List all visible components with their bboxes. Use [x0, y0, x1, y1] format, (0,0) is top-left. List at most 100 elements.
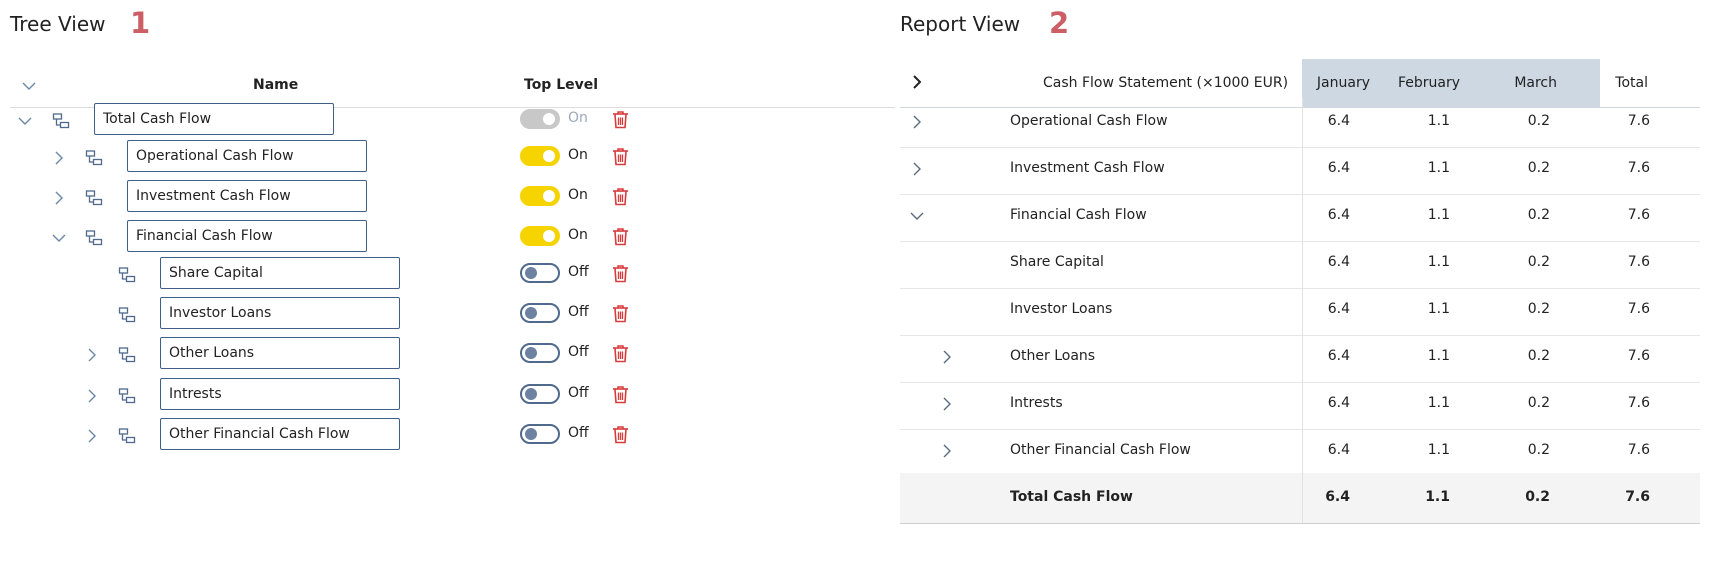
- top-level-toggle[interactable]: [520, 384, 560, 404]
- total-value: 7.6: [1627, 113, 1650, 129]
- total-value: 7.6: [1627, 207, 1650, 223]
- feb-value: 1.1: [1427, 442, 1450, 458]
- hierarchy-node-icon: [118, 266, 136, 284]
- chevron-right-icon[interactable]: [938, 442, 956, 460]
- mar-value: 0.2: [1527, 395, 1550, 411]
- chevron-right-icon[interactable]: [50, 149, 68, 167]
- row-label: Operational Cash Flow: [1010, 113, 1168, 129]
- mar-value: 0.2: [1527, 113, 1550, 129]
- top-level-toggle[interactable]: [520, 146, 560, 166]
- total-value: 7.6: [1627, 442, 1650, 458]
- report-row: Share Capital 6.4 1.1 0.2 7.6: [900, 238, 1700, 289]
- node-name-input[interactable]: [94, 103, 334, 135]
- chevron-down-icon[interactable]: [908, 207, 926, 225]
- jan-value: 6.4: [1327, 160, 1350, 176]
- chevron-down-icon[interactable]: [16, 112, 34, 130]
- report-row: Intrests 6.4 1.1 0.2 7.6: [900, 379, 1700, 430]
- total-value: 7.6: [1627, 160, 1650, 176]
- chevron-right-icon[interactable]: [83, 346, 101, 364]
- chevron-right-icon[interactable]: [908, 160, 926, 178]
- feb-value: 1.1: [1427, 348, 1450, 364]
- top-level-toggle[interactable]: [520, 424, 560, 444]
- report-row: Investment Cash Flow 6.4 1.1 0.2 7.6: [900, 144, 1700, 195]
- trash-icon[interactable]: [612, 304, 629, 323]
- row-label: Share Capital: [1010, 254, 1104, 270]
- row-label: Investment Cash Flow: [1010, 160, 1165, 176]
- total-value: 7.6: [1627, 301, 1650, 317]
- expand-all-chevron-right-icon[interactable]: [908, 73, 926, 91]
- report-view-pane: Report View 2 Cash Flow Statement (×1000…: [900, 0, 1710, 573]
- jan-value: 6.4: [1327, 442, 1350, 458]
- node-name-input[interactable]: [127, 180, 367, 212]
- node-name-input[interactable]: [127, 220, 367, 252]
- hierarchy-node-icon: [118, 387, 136, 405]
- hierarchy-node-icon: [85, 189, 103, 207]
- total-value: 7.6: [1627, 348, 1650, 364]
- trash-icon[interactable]: [612, 227, 629, 246]
- hierarchy-node-icon: [85, 149, 103, 167]
- node-name-input[interactable]: [160, 297, 400, 329]
- toggle-state-label: Off: [568, 264, 589, 280]
- tree-row: On: [0, 140, 895, 176]
- report-view-title: Report View: [900, 12, 1021, 36]
- jan-value: 6.4: [1327, 254, 1350, 270]
- node-name-input[interactable]: [160, 378, 400, 410]
- node-name-input[interactable]: [160, 418, 400, 450]
- top-level-toggle[interactable]: [520, 186, 560, 206]
- jan-value: 6.4: [1327, 301, 1350, 317]
- top-level-column-header: Top Level: [524, 77, 599, 93]
- february-column-header: February: [1397, 75, 1460, 91]
- mar-value: 0.2: [1527, 348, 1550, 364]
- report-row: Financial Cash Flow 6.4 1.1 0.2 7.6: [900, 191, 1700, 242]
- chevron-right-icon[interactable]: [938, 348, 956, 366]
- node-name-input[interactable]: [160, 257, 400, 289]
- report-view-number: 2: [1049, 6, 1070, 40]
- top-level-toggle[interactable]: [520, 226, 560, 246]
- node-name-input[interactable]: [160, 337, 400, 369]
- chevron-right-icon[interactable]: [50, 189, 68, 207]
- report-row: Operational Cash Flow 6.4 1.1 0.2 7.6: [900, 97, 1700, 148]
- toggle-state-label: Off: [568, 425, 589, 441]
- row-label: Total Cash Flow: [1010, 489, 1133, 505]
- tree-row: On: [0, 220, 895, 256]
- mar-value: 0.2: [1525, 489, 1550, 505]
- tree-row: Off: [0, 257, 895, 293]
- tree-row: Off: [0, 297, 895, 333]
- chevron-right-icon[interactable]: [83, 427, 101, 445]
- trash-icon[interactable]: [612, 425, 629, 444]
- toggle-state-label: Off: [568, 344, 589, 360]
- total-row: Total Cash Flow 6.4 1.1 0.2 7.6: [900, 473, 1700, 524]
- toggle-state-label: On: [568, 227, 588, 243]
- feb-value: 1.1: [1427, 207, 1450, 223]
- march-column-header: March: [1514, 75, 1557, 91]
- mar-value: 0.2: [1527, 207, 1550, 223]
- top-level-toggle: [520, 109, 560, 129]
- jan-value: 6.4: [1327, 395, 1350, 411]
- top-level-toggle[interactable]: [520, 303, 560, 323]
- feb-value: 1.1: [1427, 113, 1450, 129]
- tree-row: Off: [0, 337, 895, 373]
- jan-value: 6.4: [1327, 113, 1350, 129]
- chevron-right-icon[interactable]: [938, 395, 956, 413]
- trash-icon[interactable]: [612, 344, 629, 363]
- trash-icon[interactable]: [612, 264, 629, 283]
- total-column-header: Total: [1615, 75, 1648, 91]
- trash-icon[interactable]: [612, 147, 629, 166]
- top-level-toggle[interactable]: [520, 263, 560, 283]
- tree-view-title: Tree View: [10, 12, 106, 36]
- node-name-input[interactable]: [127, 140, 367, 172]
- jan-value: 6.4: [1327, 348, 1350, 364]
- chevron-down-icon[interactable]: [50, 229, 68, 247]
- top-level-toggle[interactable]: [520, 343, 560, 363]
- chevron-right-icon[interactable]: [83, 387, 101, 405]
- collapse-all-chevron-down-icon[interactable]: [20, 77, 38, 95]
- trash-icon[interactable]: [612, 187, 629, 206]
- toggle-state-label: On: [568, 110, 588, 126]
- trash-icon[interactable]: [612, 110, 629, 129]
- statement-column-header: Cash Flow Statement (×1000 EUR): [1043, 75, 1289, 91]
- feb-value: 1.1: [1427, 395, 1450, 411]
- trash-icon[interactable]: [612, 385, 629, 404]
- row-label: Financial Cash Flow: [1010, 207, 1147, 223]
- total-value: 7.6: [1627, 395, 1650, 411]
- chevron-right-icon[interactable]: [908, 113, 926, 131]
